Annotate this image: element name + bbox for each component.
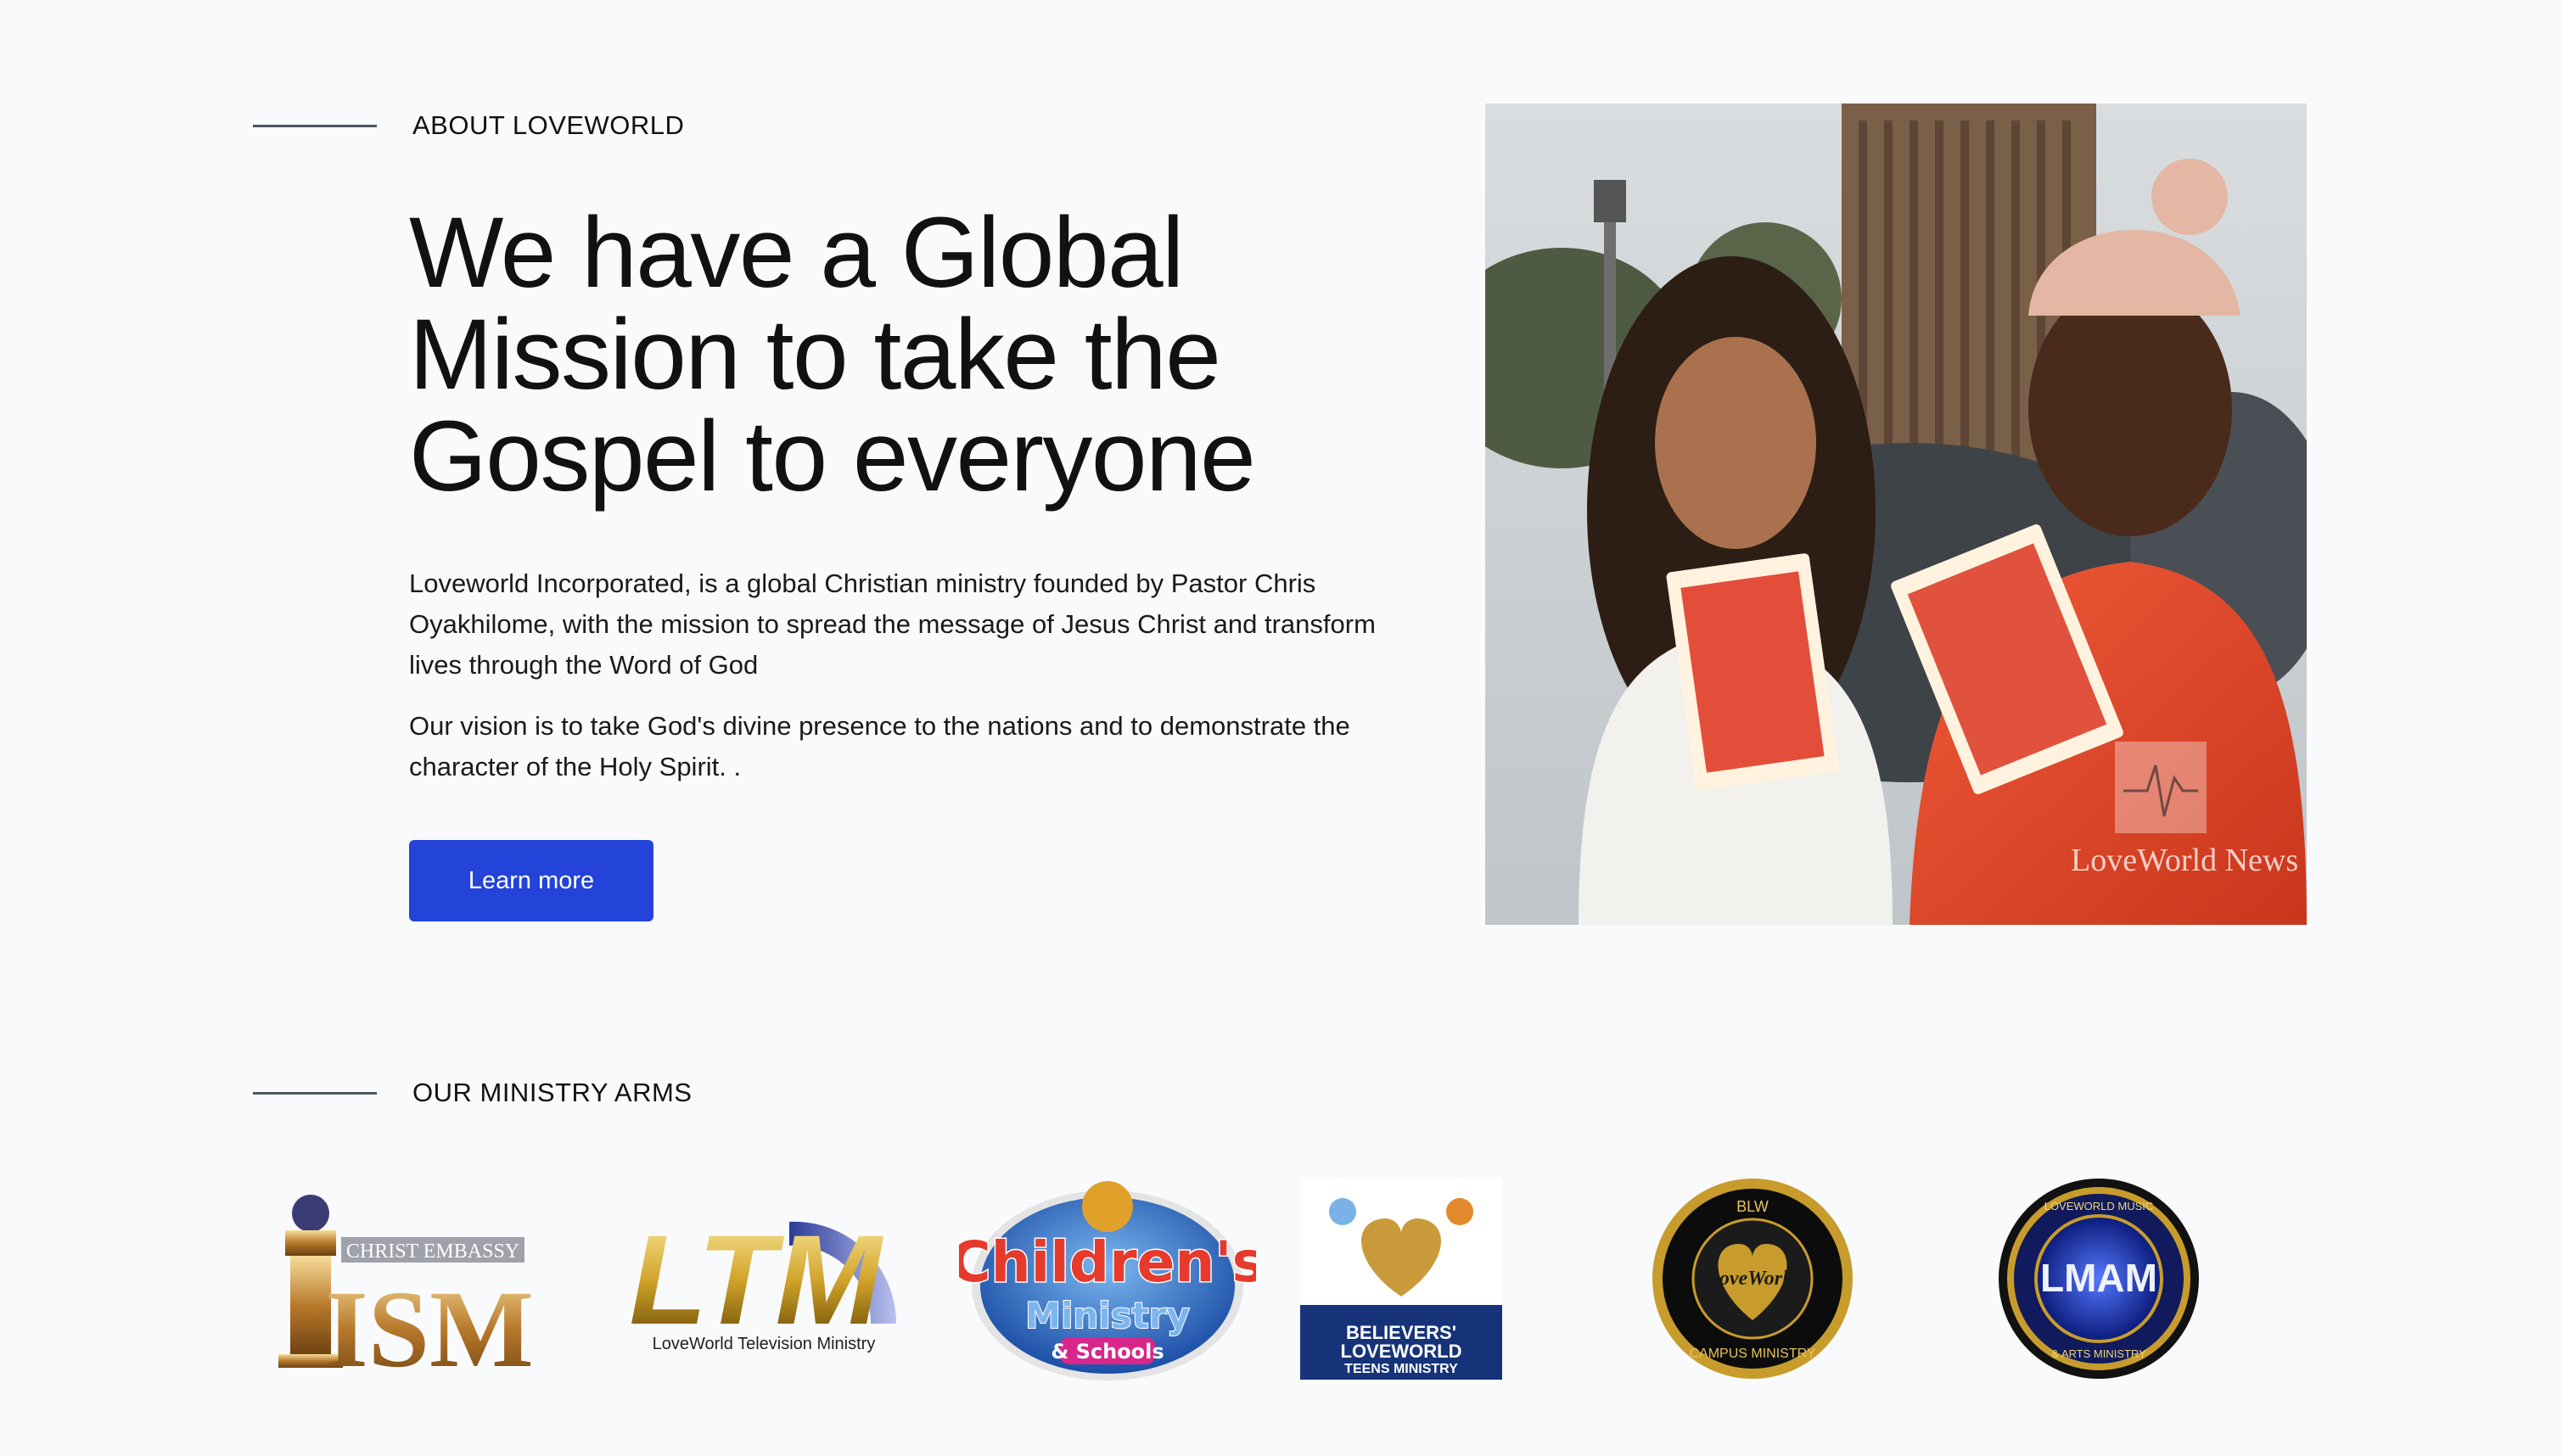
ltm-main-text: LTM [629, 1208, 883, 1351]
campus-mid-text: LoveWorld [1706, 1268, 1799, 1290]
logo-ltm[interactable]: LTM LoveWorld Television Ministry [620, 1188, 900, 1358]
learn-more-button[interactable]: Learn more [409, 840, 653, 921]
teens-line-3: TEENS MINISTRY [1344, 1362, 1458, 1376]
logo-childrens-ministry[interactable]: Children's Ministry & Schools [959, 1171, 1256, 1392]
page-title: We have a Global Mission to take the Gos… [409, 197, 1256, 512]
logo-teens-ministry[interactable]: BELIEVERS' LOVEWORLD TEENS MINISTRY [1300, 1178, 1502, 1380]
teens-line-2: LOVEWORLD [1341, 1341, 1462, 1362]
logo-ism[interactable]: CHRIST EMBASSY ISM [260, 1188, 540, 1375]
ltm-caption-text: LoveWorld Television Ministry [653, 1335, 876, 1353]
childrens-main-text: Children's [959, 1229, 1256, 1295]
about-paragraph-2: Our vision is to take God's divine prese… [409, 711, 1350, 781]
about-paragraph-1: Loveworld Incorporated, is a global Chri… [409, 568, 1376, 680]
logo-lmam[interactable]: LOVEWORLD MUSIC LMAM & ARTS MINISTRY [1996, 1176, 2201, 1381]
eyebrow-rule [253, 1091, 377, 1095]
ministry-arms-eyebrow: OUR MINISTRY ARMS [253, 1078, 692, 1108]
photo-watermark: LoveWorld News [2071, 843, 2299, 878]
eyebrow-rule [253, 124, 377, 127]
logo-campus-ministry[interactable]: BLW LoveWorld CAMPUS MINISTRY [1650, 1176, 1855, 1381]
lmam-main-text: LMAM [2040, 1256, 2157, 1300]
campus-bottom-text: CAMPUS MINISTRY [1689, 1347, 1815, 1361]
childrens-schools-text: & Schools [1051, 1340, 1164, 1364]
ism-main-text: ISM [325, 1268, 534, 1375]
ism-top-text: CHRIST EMBASSY [346, 1240, 519, 1263]
campus-top-text: BLW [1736, 1198, 1769, 1215]
hero-photo: LoveWorld News [1485, 104, 2307, 925]
ministry-arms-eyebrow-label: OUR MINISTRY ARMS [412, 1078, 693, 1107]
about-eyebrow-label: ABOUT LOVEWORLD [412, 110, 685, 140]
lmam-top-text: LOVEWORLD MUSIC [2044, 1200, 2154, 1212]
lmam-bottom-text: & ARTS MINISTRY [2051, 1347, 2146, 1360]
childrens-sub-text: Ministry [1025, 1295, 1190, 1336]
about-eyebrow: ABOUT LOVEWORLD [253, 110, 684, 141]
